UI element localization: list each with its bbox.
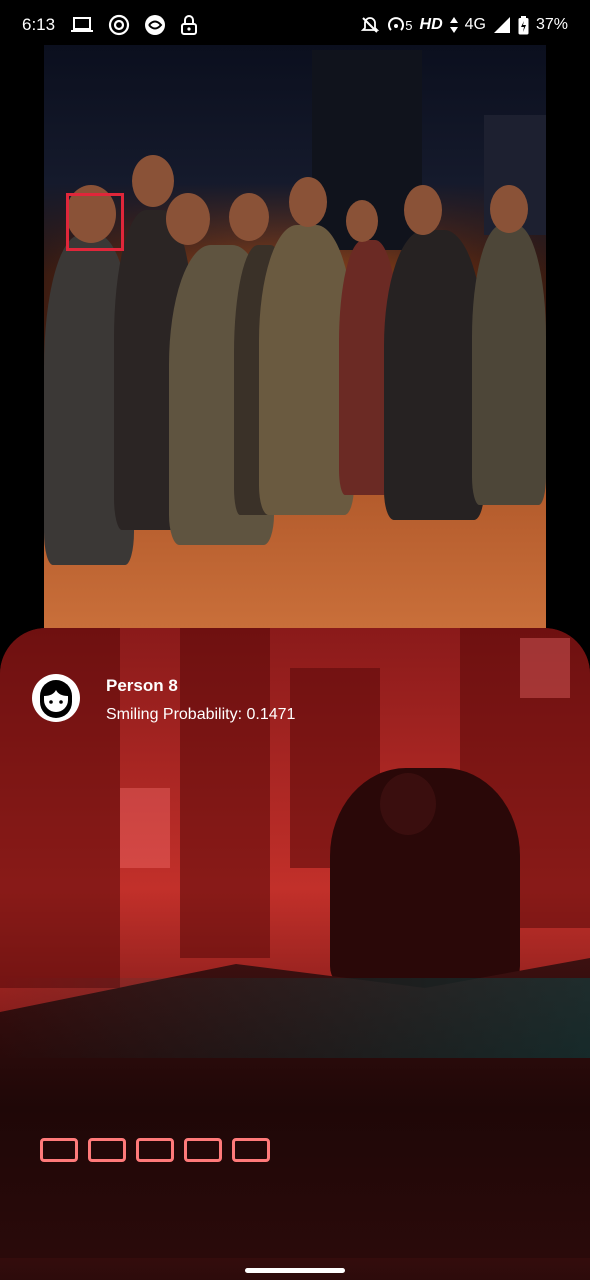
person-info-row: Person 8 Smiling Probability: 0.1471 [32,674,295,725]
person-info-text: Person 8 Smiling Probability: 0.1471 [106,674,295,725]
target-icon [108,14,130,36]
person-title: Person 8 [106,676,178,695]
status-right-icons: 5 HD 4G 37% [360,14,568,36]
photo-person [472,225,546,505]
gesture-bar[interactable] [245,1268,345,1273]
lock-icon [181,15,197,35]
smiling-probability: Smiling Probability: 0.1471 [106,706,296,723]
status-left-icons [70,12,198,38]
background-sign [120,788,170,868]
hotspot-count: 5 [405,17,413,33]
background-sign [520,638,570,698]
battery-percent: 37% [535,16,568,33]
hd-label: HD [419,16,443,33]
photo-person [384,230,484,520]
face-icon [32,674,80,722]
hotspot-icon [388,17,405,31]
swirl-app-icon [145,15,165,35]
photo-head [166,193,210,245]
photo-head [289,177,327,227]
photo-head [490,185,528,233]
battery-icon [518,15,529,34]
notifications-off-icon [361,17,380,33]
photo-head [132,155,174,207]
detail-sheet: Person 8 Smiling Probability: 0.1471 [0,628,590,1280]
screen: 6:13 5 HD 4G 37% Person 8 Smiling Probab… [0,0,590,1280]
status-bar: 6:13 5 HD 4G 37% [0,0,590,50]
analyzed-photo [44,45,546,628]
background-car-highlight [0,978,590,1058]
photo-head [404,185,442,235]
status-time: 6:13 [22,15,56,34]
signal-icon [493,17,510,33]
background-character-head [380,773,436,835]
data-arrows-icon [449,17,458,33]
network-label: 4G [464,16,486,33]
photo-head [346,200,378,242]
hotspot-indicator: 5 [387,16,413,34]
face-bounding-box [66,193,124,251]
background-car-lights [40,1138,270,1168]
laptop-icon [71,17,93,32]
photo-head [229,193,269,241]
